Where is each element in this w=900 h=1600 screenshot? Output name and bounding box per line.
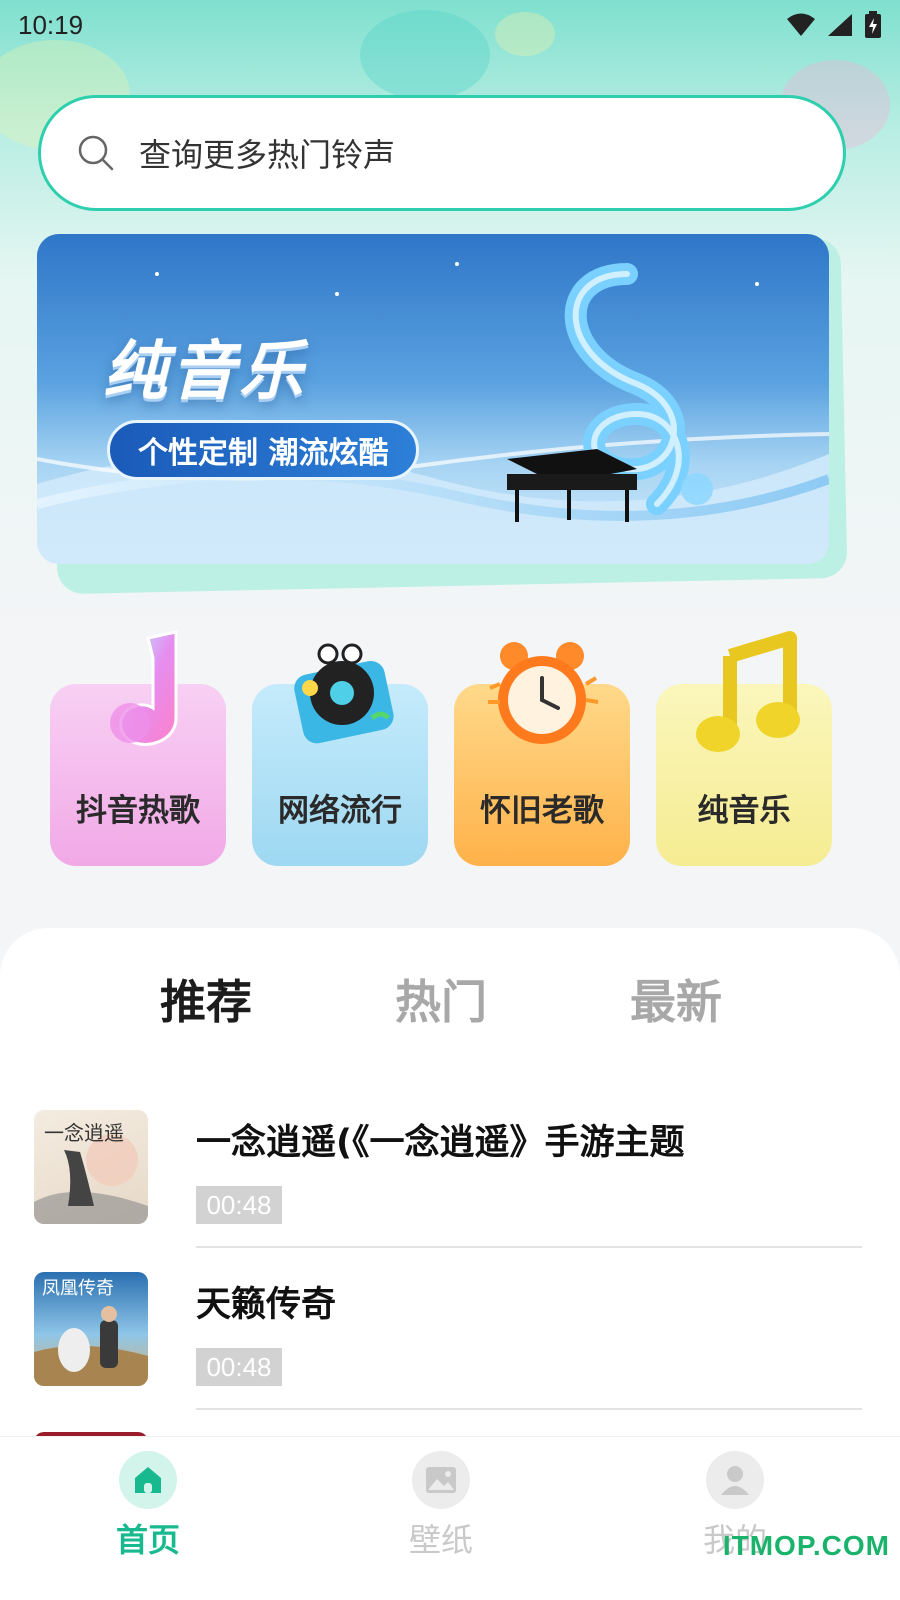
nav-home[interactable]: 首页 [78,1451,218,1561]
tab-recommended[interactable]: 推荐 [160,966,252,1032]
search-input[interactable]: 查询更多热门铃声 [38,95,846,211]
category-label: 网络流行 [278,793,402,829]
song-title: 一念逍遥(《一念逍遥》手游主题 [196,1123,685,1163]
music-note-j-icon [110,630,178,746]
image-icon [426,1467,456,1493]
song-duration: 00:48 [196,1186,282,1224]
divider [196,1246,862,1248]
cover-art: 凤凰传奇 [34,1278,148,1386]
cover-title: 凤凰传奇 [42,1278,114,1299]
cover-title: 一念逍遥 [44,1121,124,1145]
turntable-icon [294,643,394,744]
search-icon [78,135,114,171]
banner-title: 纯音乐 [103,335,307,409]
nav-label: 首页 [115,1521,180,1559]
category-pure-music[interactable]: 纯音乐 [656,631,832,866]
tab-hot[interactable]: 热门 [395,966,487,1032]
status-icons [786,11,882,39]
watermark: ITMOP.COM [722,1530,890,1561]
cover-art: 一念逍遥 [34,1121,148,1224]
nav-icon-bg [412,1451,470,1509]
song-cover: 一念逍遥 [34,1110,148,1224]
user-icon [721,1466,749,1495]
category-label: 抖音热歌 [76,793,200,829]
search-placeholder: 查询更多热门铃声 [139,136,396,174]
home-icon [135,1467,161,1493]
alarm-clock-icon [488,642,599,744]
banner-tagline: 个性定制 潮流炫酷 [107,420,420,480]
song-list-item[interactable]: 一念逍遥 一念逍遥(《一念逍遥》手游主题 00:48 [0,1100,900,1262]
bottom-navigation: 首页 壁纸 我的 [0,1436,900,1600]
song-title: 天籁传奇 [196,1285,337,1325]
nav-wallpaper[interactable]: 壁纸 [371,1451,511,1561]
yellow-music-note-icon [696,631,800,752]
category-grid: 抖音热歌 网络流行 怀旧老歌 纯音乐 [50,630,850,870]
divider [196,1408,862,1410]
category-douyin-hits[interactable]: 抖音热歌 [50,630,226,866]
status-bar: 10:19 [0,0,900,50]
wifi-icon [787,13,815,36]
status-time: 10:19 [18,9,84,40]
tab-latest[interactable]: 最新 [630,966,722,1032]
nav-label: 壁纸 [408,1521,473,1559]
category-internet-popular[interactable]: 网络流行 [252,643,428,866]
nav-icon-bg [706,1451,764,1509]
song-cover: 凤凰传奇 [34,1272,148,1386]
song-duration: 00:48 [196,1348,282,1386]
category-label: 纯音乐 [697,793,791,829]
category-label: 怀旧老歌 [480,793,604,829]
cellular-signal-icon [828,14,852,36]
banner-carousel[interactable]: 纯音乐 个性定制 潮流炫酷 [37,234,829,564]
battery-icon [865,11,881,38]
category-nostalgic-oldies[interactable]: 怀旧老歌 [454,642,630,866]
nav-icon-bg [119,1451,177,1509]
song-list-item[interactable]: 凤凰传奇 天籁传奇 00:48 [0,1262,900,1424]
